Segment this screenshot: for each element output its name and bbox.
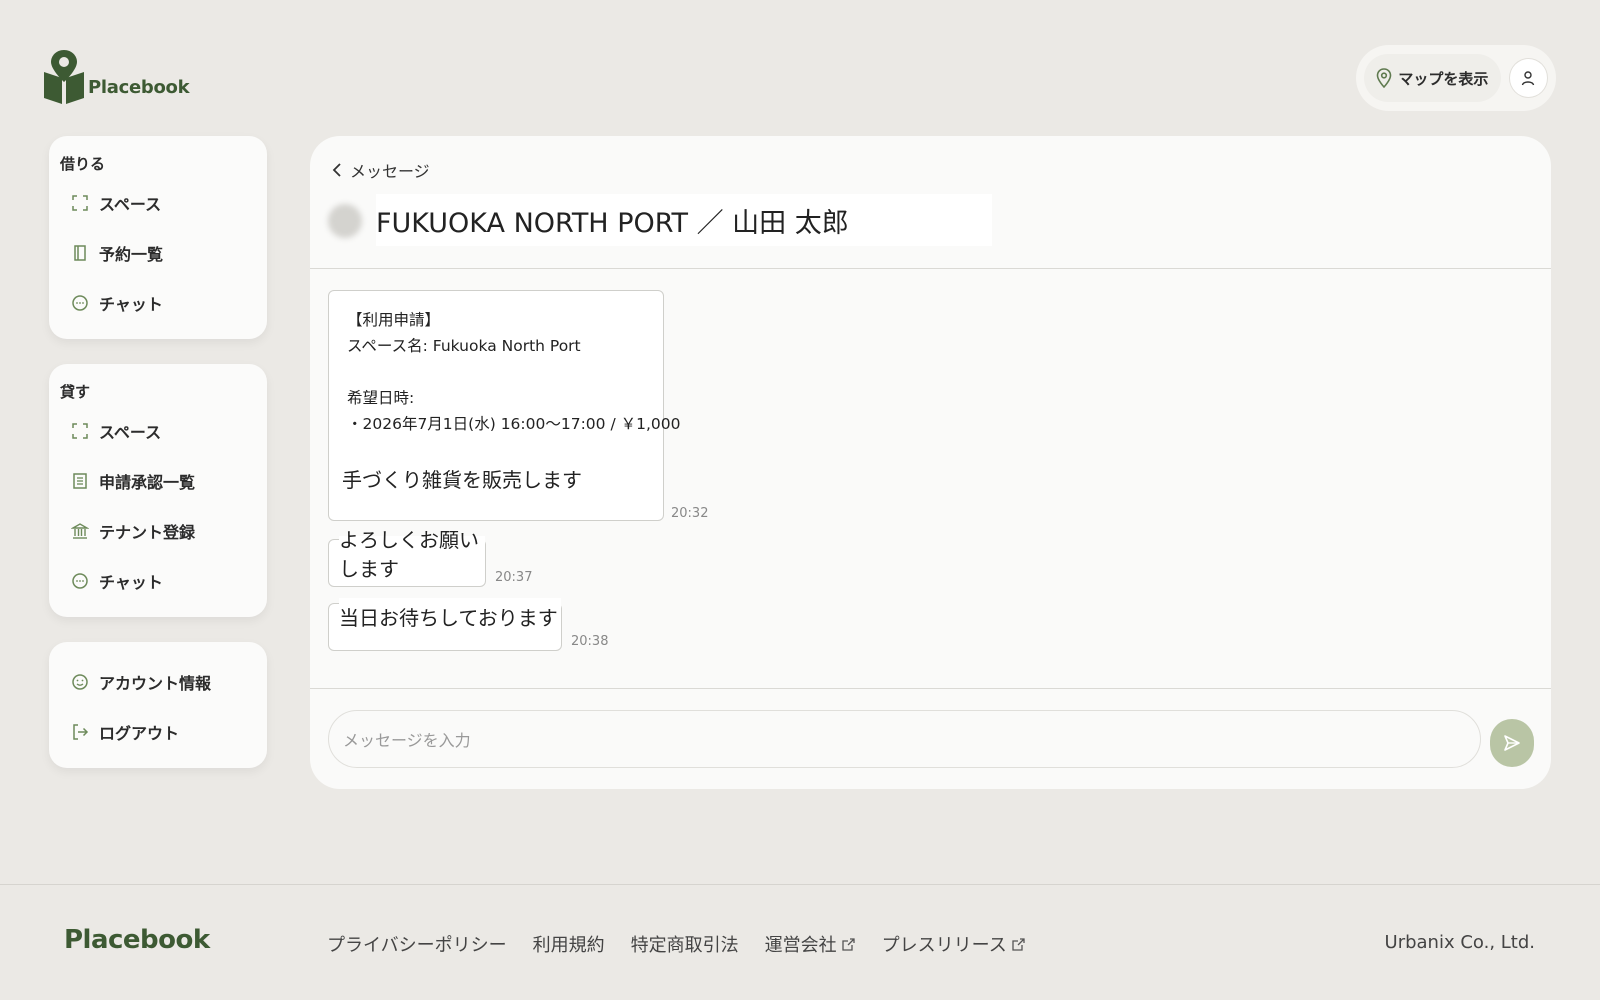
map-book-logo-icon — [44, 50, 84, 104]
footer-link-press[interactable]: プレスリリース — [882, 931, 1026, 957]
message-time: 20:37 — [495, 570, 533, 585]
sidebar-item-label: 予約一覧 — [99, 245, 164, 264]
show-map-label: マップを表示 — [1398, 69, 1489, 88]
footer-link-terms[interactable]: 利用規約 — [533, 931, 605, 957]
copyright: Urbanix Co., Ltd. — [1384, 932, 1535, 953]
message-text: 当日お待ちしております — [339, 598, 561, 634]
section-title-lend: 貸す — [60, 383, 91, 401]
chat-bubble-icon — [72, 573, 88, 589]
message-line: スペース名: Fukuoka North Port — [347, 337, 581, 355]
sidebar-item-label: チャット — [99, 295, 163, 314]
chat-panel: メッセージ FUKUOKA NORTH PORT ／ 山田 太郎 【利用申請】 … — [310, 136, 1551, 789]
user-menu-button[interactable] — [1508, 58, 1548, 98]
sidebar-item-label: チャット — [99, 573, 163, 592]
show-map-button[interactable]: マップを表示 — [1364, 54, 1501, 102]
message-text: よろしくお願いします — [339, 528, 485, 581]
footer-link-privacy[interactable]: プライバシーポリシー — [327, 931, 507, 957]
chevron-left-icon — [332, 163, 341, 177]
sidebar-item-borrow-space[interactable]: スペース — [71, 191, 161, 215]
external-link-icon — [841, 937, 855, 951]
sidebar-item-account-info[interactable]: アカウント情報 — [71, 670, 211, 694]
sidebar-item-label: 申請承認一覧 — [99, 473, 196, 492]
message-line: 【利用申請】 — [347, 311, 441, 329]
footer-link-label: 利用規約 — [532, 935, 605, 956]
bank-icon — [71, 523, 89, 539]
send-icon — [1504, 735, 1520, 751]
request-details: 【利用申請】 スペース名: Fukuoka North Port 希望日時: ・… — [347, 307, 680, 437]
sidebar-borrow-section: 借りる スペース 予約一覧 チャット — [49, 136, 267, 339]
message-time: 20:32 — [671, 506, 709, 521]
sidebar-item-label: スペース — [99, 423, 162, 442]
footer-divider — [0, 884, 1600, 885]
header-divider — [310, 268, 1551, 269]
footer-link-label: プレスリリース — [881, 935, 1007, 956]
footer-link-label: プライバシーポリシー — [327, 935, 507, 956]
chat-title: FUKUOKA NORTH PORT ／ 山田 太郎 — [376, 194, 992, 246]
sidebar-item-reservations[interactable]: 予約一覧 — [71, 241, 163, 265]
smile-icon — [72, 674, 88, 690]
sidebar-item-label: ログアウト — [99, 724, 180, 743]
back-to-messages-link[interactable]: メッセージ — [332, 158, 430, 182]
list-icon — [73, 473, 87, 489]
back-label: メッセージ — [350, 162, 430, 181]
sidebar-item-label: テナント登録 — [99, 523, 196, 542]
message-line: 希望日時: — [347, 389, 415, 407]
sidebar-account-section: アカウント情報 ログアウト — [49, 642, 267, 768]
sidebar-item-label: アカウント情報 — [99, 674, 212, 693]
message-line: ・2026年7月1日(水) 16:00〜17:00 / ￥1,000 — [347, 415, 681, 433]
external-link-icon — [1012, 937, 1025, 951]
footer-link-company[interactable]: 運営会社 — [765, 931, 856, 957]
sidebar-lend-section: 貸す スペース 申請承認一覧 テナント登録 チャット — [49, 364, 267, 617]
message-text: 手づくり雑貨を販売します — [342, 456, 662, 500]
map-pin-icon — [1377, 68, 1392, 88]
scan-frame-icon — [72, 195, 88, 211]
sidebar-item-borrow-chat[interactable]: チャット — [71, 291, 163, 315]
user-icon — [1522, 71, 1535, 86]
bookmark-icon — [74, 245, 86, 261]
message-time: 20:38 — [571, 634, 609, 649]
avatar — [328, 204, 362, 238]
logout-icon — [73, 724, 89, 740]
footer-link-label: 運営会社 — [764, 935, 837, 956]
footer-logo[interactable]: Placebook — [64, 925, 210, 955]
composer-divider — [310, 688, 1551, 689]
footer-link-commerce-law[interactable]: 特定商取引法 — [631, 931, 739, 957]
brand-logo[interactable]: Placebook — [42, 48, 190, 106]
sidebar-item-logout[interactable]: ログアウト — [71, 720, 179, 744]
brand-name: Placebook — [88, 77, 190, 98]
footer-links: プライバシーポリシー 利用規約 特定商取引法 運営会社 プレスリリース — [327, 931, 1026, 957]
message-input-placeholder: メッセージを入力 — [343, 731, 471, 750]
sidebar-item-lend-chat[interactable]: チャット — [71, 569, 163, 593]
sidebar-item-tenant-register[interactable]: テナント登録 — [71, 519, 195, 543]
scan-frame-icon — [72, 423, 88, 439]
sidebar-item-approvals[interactable]: 申請承認一覧 — [71, 469, 195, 493]
sidebar-item-label: スペース — [99, 195, 162, 214]
section-title-borrow: 借りる — [60, 155, 106, 173]
sidebar-item-lend-space[interactable]: スペース — [71, 419, 161, 443]
message-line — [347, 359, 680, 385]
message-input[interactable]: メッセージを入力 — [328, 710, 1481, 768]
top-actions: マップを表示 — [1356, 45, 1556, 111]
send-button[interactable] — [1490, 719, 1534, 767]
chat-bubble-icon — [72, 295, 88, 311]
footer-link-label: 特定商取引法 — [630, 935, 739, 956]
